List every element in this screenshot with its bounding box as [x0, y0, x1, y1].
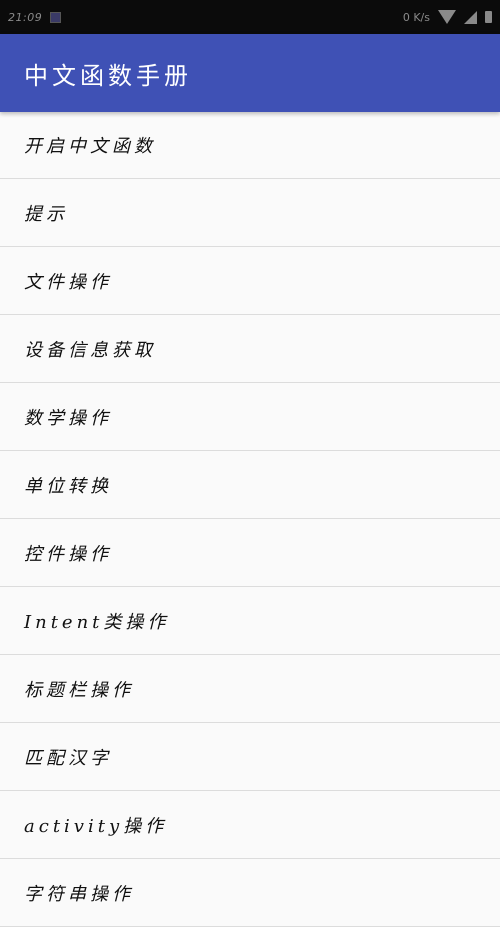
status-bar-left: 21:09: [8, 10, 62, 24]
menu-item-enable-chinese-functions[interactable]: 开启中文函数: [0, 112, 500, 179]
menu-item-match-chinese[interactable]: 匹配汉字: [0, 723, 500, 791]
network-speed: 0 K/s: [402, 10, 430, 24]
menu-item-activity-operations[interactable]: activity操作: [0, 791, 500, 859]
menu-item-label: 字符串操作: [24, 883, 134, 905]
wifi-icon: [438, 10, 456, 24]
menu-item-label: 开启中文函数: [24, 136, 156, 157]
menu-item-file-operations[interactable]: 文件操作: [0, 247, 500, 315]
menu-item-label: 控件操作: [24, 543, 112, 565]
menu-item-math-operations[interactable]: 数学操作: [0, 383, 500, 451]
menu-item-label: 单位转换: [24, 475, 112, 497]
battery-icon: [485, 11, 492, 23]
menu-item-label: 数学操作: [24, 407, 112, 429]
menu-item-label: 提示: [24, 203, 68, 225]
menu-item-unit-conversion[interactable]: 单位转换: [0, 451, 500, 519]
menu-item-tips[interactable]: 提示: [0, 179, 500, 247]
menu-item-label: 设备信息获取: [24, 339, 156, 361]
menu-item-string-operations[interactable]: 字符串操作: [0, 859, 500, 927]
menu-item-label: Intent类操作: [24, 611, 170, 633]
menu-item-label: activity操作: [24, 815, 168, 837]
menu-item-label: 标题栏操作: [24, 679, 134, 701]
menu-list: 开启中文函数 提示 文件操作 设备信息获取 数学操作 单位转换 控件操作 Int…: [0, 112, 500, 927]
menu-item-widget-operations[interactable]: 控件操作: [0, 519, 500, 587]
menu-item-label: 匹配汉字: [24, 747, 112, 769]
app-bar: 中文函数手册: [0, 34, 500, 112]
notification-icon: [50, 11, 62, 23]
menu-item-device-info[interactable]: 设备信息获取: [0, 315, 500, 383]
status-bar: 21:09 0 K/s: [0, 0, 500, 34]
app-title: 中文函数手册: [24, 61, 192, 90]
status-time: 21:09: [8, 10, 43, 24]
menu-item-intent-operations[interactable]: Intent类操作: [0, 587, 500, 655]
menu-item-titlebar-operations[interactable]: 标题栏操作: [0, 655, 500, 723]
signal-icon: [464, 10, 477, 24]
status-bar-right: 0 K/s: [403, 10, 492, 24]
menu-item-label: 文件操作: [24, 271, 112, 293]
